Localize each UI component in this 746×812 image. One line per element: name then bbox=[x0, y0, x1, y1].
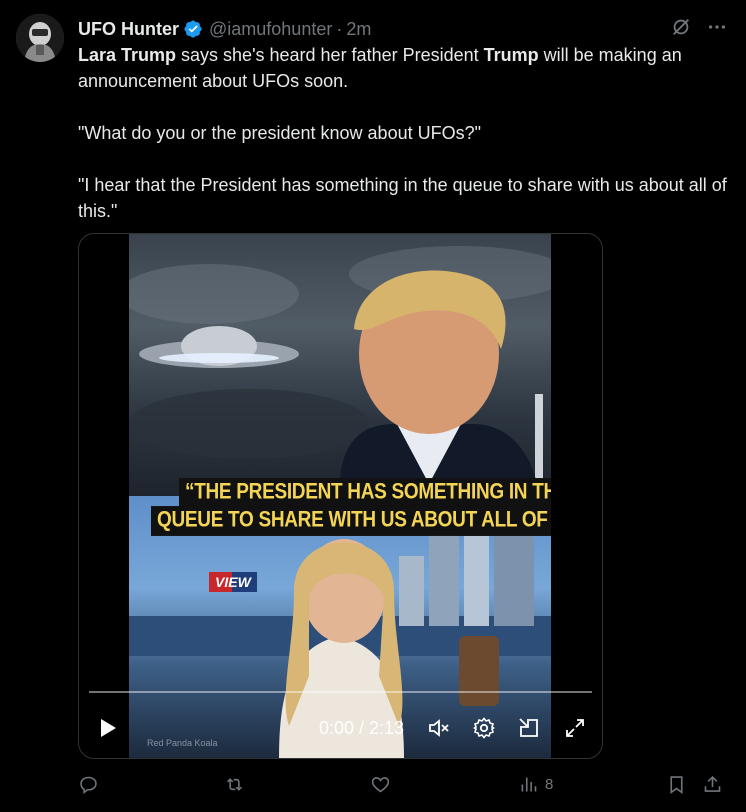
separator: · bbox=[336, 19, 343, 39]
video-frame[interactable]: VIEW “THE PRESIDENT HAS SOMETHING IN THE… bbox=[129, 234, 551, 758]
like-icon bbox=[371, 777, 390, 793]
fullscreen-icon[interactable] bbox=[563, 716, 587, 740]
tweet-paragraph-2: "What do you or the president know about… bbox=[78, 123, 481, 143]
caption-line-2: QUEUE TO SHARE WITH US ABOUT ALL OF THIS… bbox=[151, 506, 551, 536]
timestamp[interactable]: 2m bbox=[346, 18, 371, 40]
tweet-text: Lara Trump says she's heard her father P… bbox=[78, 42, 728, 224]
avatar[interactable] bbox=[16, 14, 64, 62]
share-button[interactable] bbox=[702, 774, 723, 795]
timecode: 0:00 / 2:13 bbox=[319, 718, 405, 738]
ufo-trump-image bbox=[129, 246, 551, 496]
caption-line-1: “THE PRESIDENT HAS SOMETHING IN THE bbox=[179, 478, 551, 508]
settings-icon[interactable] bbox=[472, 716, 496, 740]
tweet-paragraph-1: Lara Trump says she's heard her father P… bbox=[78, 42, 728, 94]
progress-bar[interactable] bbox=[89, 691, 592, 693]
display-name[interactable]: UFO Hunter bbox=[78, 18, 179, 40]
reply-button[interactable] bbox=[78, 774, 105, 795]
share-icon bbox=[704, 775, 721, 792]
brand-logo: VIEW bbox=[209, 572, 257, 592]
handle[interactable]: @iamufohunter bbox=[209, 18, 332, 40]
play-icon[interactable] bbox=[95, 716, 119, 740]
views-button[interactable]: 8 bbox=[518, 774, 553, 795]
mute-icon[interactable] bbox=[427, 716, 451, 740]
tweet-top-actions bbox=[670, 16, 728, 38]
video-caption: “THE PRESIDENT HAS SOMETHING IN THE QUEU… bbox=[151, 474, 551, 536]
bookmark-button[interactable] bbox=[666, 774, 687, 795]
views-count: 8 bbox=[545, 776, 554, 793]
views-icon bbox=[521, 777, 537, 792]
tweet[interactable]: UFO Hunter @iamufohunter · 2m Lara Trump… bbox=[0, 0, 746, 812]
bookmark-icon bbox=[670, 776, 683, 794]
bold-mention-2: Trump bbox=[483, 45, 539, 65]
grok-icon[interactable] bbox=[670, 16, 692, 38]
verified-badge-icon bbox=[184, 20, 202, 38]
text-segment: says she's heard her father President bbox=[176, 45, 484, 65]
tweet-actions: 8 bbox=[78, 770, 728, 800]
pip-icon[interactable] bbox=[517, 716, 541, 740]
more-icon[interactable] bbox=[706, 16, 728, 38]
repost-icon bbox=[226, 778, 243, 791]
video-player[interactable]: VIEW “THE PRESIDENT HAS SOMETHING IN THE… bbox=[78, 233, 603, 759]
video-top-scene bbox=[129, 234, 551, 496]
video-controls: 0:00 / 2:13 bbox=[79, 704, 602, 754]
avatar-astronaut-image bbox=[16, 14, 64, 62]
reply-icon bbox=[80, 776, 97, 794]
repost-button[interactable] bbox=[224, 774, 251, 795]
tweet-header: UFO Hunter @iamufohunter · 2m bbox=[78, 18, 371, 40]
like-button[interactable] bbox=[370, 774, 397, 795]
tweet-paragraph-3: "I hear that the President has something… bbox=[78, 175, 727, 221]
bold-mention-1: Lara Trump bbox=[78, 45, 177, 65]
